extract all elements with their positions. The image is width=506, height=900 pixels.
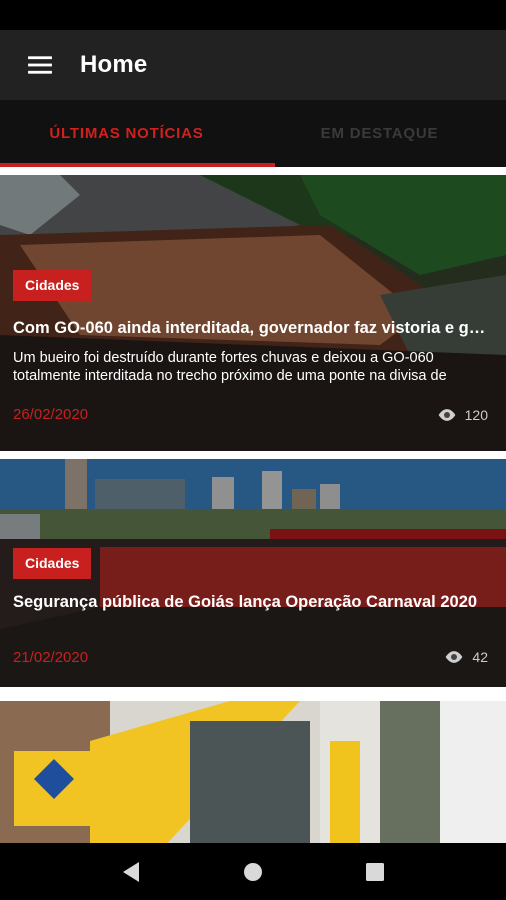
app-bar: Home	[0, 30, 506, 100]
view-count-value: 120	[464, 407, 488, 423]
menu-button[interactable]	[0, 30, 80, 100]
eye-icon	[446, 651, 463, 663]
system-nav-bar	[0, 843, 506, 900]
article-excerpt: Um bueiro foi destruído durante fortes c…	[13, 350, 447, 384]
category-badge[interactable]: Cidades	[13, 270, 92, 301]
category-badge[interactable]: Cidades	[13, 548, 92, 579]
eye-icon	[438, 409, 455, 421]
news-feed[interactable]: Cidades Com GO-060 ainda interditada, go…	[0, 167, 506, 843]
view-count: 120	[437, 407, 488, 423]
article-title[interactable]: Com GO-060 ainda interditada, governador…	[13, 319, 497, 338]
page-title: Home	[80, 51, 148, 78]
tab-em-destaque[interactable]: EM DESTAQUE	[253, 100, 506, 167]
recents-button[interactable]	[355, 852, 395, 892]
tab-ultimas-noticias[interactable]: ÚLTIMAS NOTÍCIAS	[0, 100, 253, 167]
article-image	[0, 701, 506, 843]
view-count: 42	[444, 649, 488, 665]
article-date: 26/02/2020	[13, 406, 89, 423]
view-count-value: 42	[472, 649, 488, 665]
status-bar	[0, 0, 506, 30]
tab-bar: ÚLTIMAS NOTÍCIAS EM DESTAQUE	[0, 100, 506, 167]
article-date: 21/02/2020	[13, 649, 89, 666]
news-card[interactable]: Cidades Com GO-060 ainda interditada, go…	[0, 175, 506, 451]
menu-icon	[28, 56, 52, 74]
home-icon	[244, 862, 262, 881]
back-icon	[123, 861, 139, 882]
article-title[interactable]: Segurança pública de Goiás lança Operaçã…	[13, 593, 497, 612]
news-card[interactable]: Cidades Segurança pública de Goiás lança…	[0, 459, 506, 687]
home-button[interactable]	[233, 852, 273, 892]
recents-icon	[366, 862, 384, 881]
back-button[interactable]	[111, 852, 151, 892]
news-card[interactable]	[0, 701, 506, 843]
